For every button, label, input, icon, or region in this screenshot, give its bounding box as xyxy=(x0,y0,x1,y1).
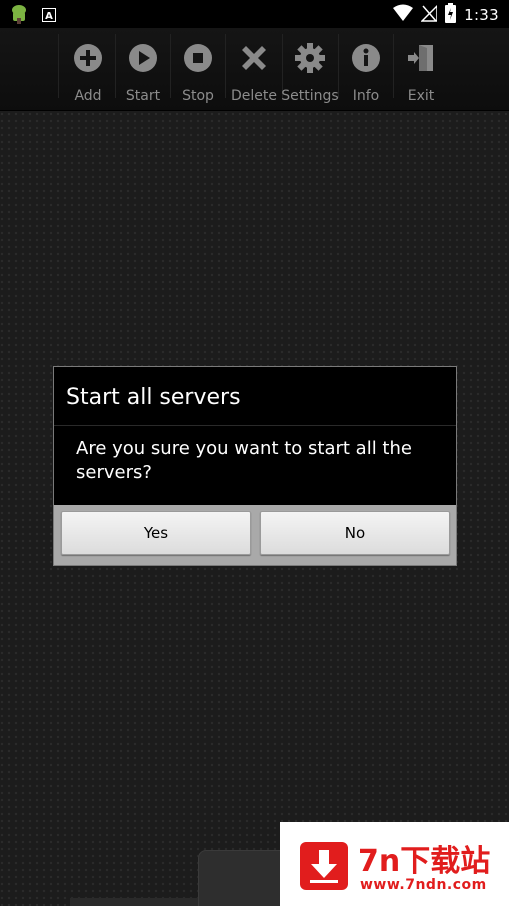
confirm-dialog: Start all servers Are you sure you want … xyxy=(53,366,457,566)
dialog-button-bar: Yes No xyxy=(54,505,456,565)
delete-button[interactable]: Delete xyxy=(226,32,282,108)
no-button[interactable]: No xyxy=(260,511,450,555)
a-notification-icon: A xyxy=(42,7,56,26)
settings-button[interactable]: Settings xyxy=(281,32,339,108)
no-signal-icon xyxy=(420,4,438,26)
watermark: 7n下载站 www.7ndn.com xyxy=(280,822,509,906)
dialog-divider xyxy=(54,425,456,426)
battery-charging-icon xyxy=(445,3,457,27)
exit-button[interactable]: Exit xyxy=(393,32,449,108)
dialog-title: Start all servers xyxy=(66,385,241,410)
add-label: Add xyxy=(74,88,102,104)
stop-icon xyxy=(184,44,212,72)
play-icon xyxy=(129,44,157,72)
toolbar: Add Start Stop Delete Settings Info Exit xyxy=(0,28,509,111)
add-icon xyxy=(74,44,102,72)
android-debug-icon xyxy=(10,4,28,28)
wifi-icon xyxy=(393,4,414,26)
clock: 1:33 xyxy=(464,6,499,24)
start-button[interactable]: Start xyxy=(115,32,171,108)
dialog-message: Are you sure you want to start all the s… xyxy=(76,438,412,483)
exit-label: Exit xyxy=(407,88,435,104)
svg-text:A: A xyxy=(45,11,53,22)
settings-label: Settings xyxy=(281,88,339,104)
delete-label: Delete xyxy=(231,88,277,104)
info-label: Info xyxy=(352,88,380,104)
stop-button[interactable]: Stop xyxy=(170,32,226,108)
start-label: Start xyxy=(125,88,161,104)
info-button[interactable]: Info xyxy=(338,32,394,108)
watermark-url: www.7ndn.com xyxy=(360,877,487,893)
watermark-title: 7n下载站 xyxy=(358,844,491,879)
delete-icon xyxy=(242,46,266,70)
stop-label: Stop xyxy=(182,88,214,104)
status-bar: A 1:33 xyxy=(0,0,509,28)
add-button[interactable]: Add xyxy=(60,32,116,108)
gear-icon xyxy=(295,43,325,73)
yes-button[interactable]: Yes xyxy=(61,511,251,555)
info-icon xyxy=(352,44,380,72)
exit-icon xyxy=(408,45,433,71)
download-logo-icon xyxy=(300,842,348,890)
